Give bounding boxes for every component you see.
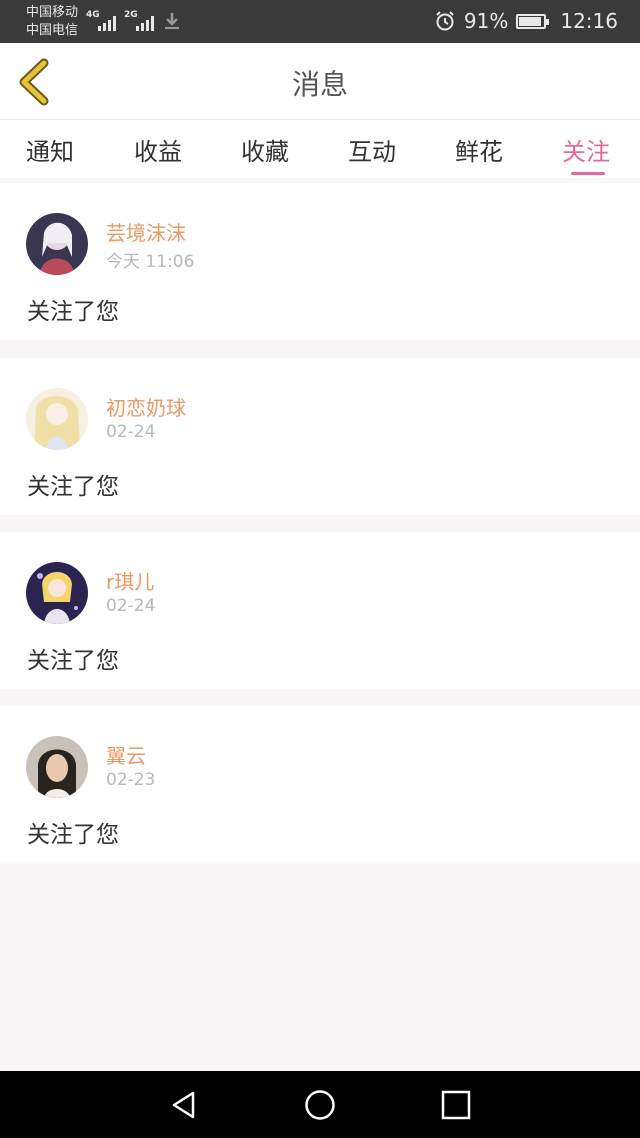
tab-earnings[interactable]: 收益 (134, 132, 182, 167)
message-text: 关注了您 (27, 822, 119, 848)
battery-icon (516, 13, 550, 29)
alarm-icon (436, 11, 454, 31)
carrier-2: 中国电信 (26, 23, 79, 38)
clock: 12:16 (560, 9, 618, 33)
timestamp: 今天 11:06 (106, 252, 195, 272)
avatar[interactable] (26, 736, 88, 798)
carrier-info: 中国移动 中国电信 (26, 4, 78, 40)
tab-flowers[interactable]: 鲜花 (455, 132, 503, 167)
nav-back-button[interactable] (166, 1087, 202, 1123)
avatar[interactable] (26, 213, 88, 275)
nav-recents-button[interactable] (438, 1087, 474, 1123)
header: 消息 (0, 43, 640, 120)
triangle-back-icon (172, 1091, 195, 1119)
list-item[interactable]: 初恋奶球 02-24 关注了您 (0, 358, 640, 515)
status-bar: 中国移动 中国电信 4G 2G 91% 12:16 (0, 0, 640, 43)
user-name[interactable]: 翼云 (106, 740, 146, 769)
list-item[interactable]: 翼云 02-23 关注了您 (0, 706, 640, 863)
download-icon (165, 13, 179, 29)
user-name[interactable]: 初恋奶球 (106, 392, 186, 421)
avatar[interactable] (26, 388, 88, 450)
timestamp: 02-23 (106, 770, 156, 790)
nav-home-button[interactable] (302, 1087, 338, 1123)
message-text: 关注了您 (27, 299, 119, 325)
tab-follows[interactable]: 关注 (562, 132, 610, 167)
list-item[interactable]: r琪儿 02-24 关注了您 (0, 532, 640, 689)
circle-home-icon (305, 1090, 335, 1120)
timestamp: 02-24 (106, 422, 156, 442)
battery-percent: 91% (463, 9, 509, 33)
active-tab-indicator (571, 172, 605, 175)
user-name[interactable]: r琪儿 (106, 566, 154, 595)
status-right: 91% 12:16 (434, 8, 618, 34)
carrier-1: 中国移动 (26, 5, 79, 20)
tab-favorites[interactable]: 收藏 (241, 132, 289, 167)
user-name[interactable]: 芸境沫沫 (106, 217, 186, 246)
square-recents-icon (441, 1090, 471, 1120)
avatar[interactable] (26, 562, 88, 624)
tab-notifications[interactable]: 通知 (26, 132, 74, 167)
tab-interactions[interactable]: 互动 (348, 132, 396, 167)
message-text: 关注了您 (27, 474, 119, 500)
system-nav-bar (0, 1071, 640, 1138)
message-text: 关注了您 (27, 648, 119, 674)
tab-bar: 通知 收益 收藏 互动 鲜花 关注 (0, 120, 640, 178)
timestamp: 02-24 (106, 596, 156, 616)
list-item[interactable]: 芸境沫沫 今天 11:06 关注了您 (0, 183, 640, 340)
page-title: 消息 (291, 68, 348, 101)
